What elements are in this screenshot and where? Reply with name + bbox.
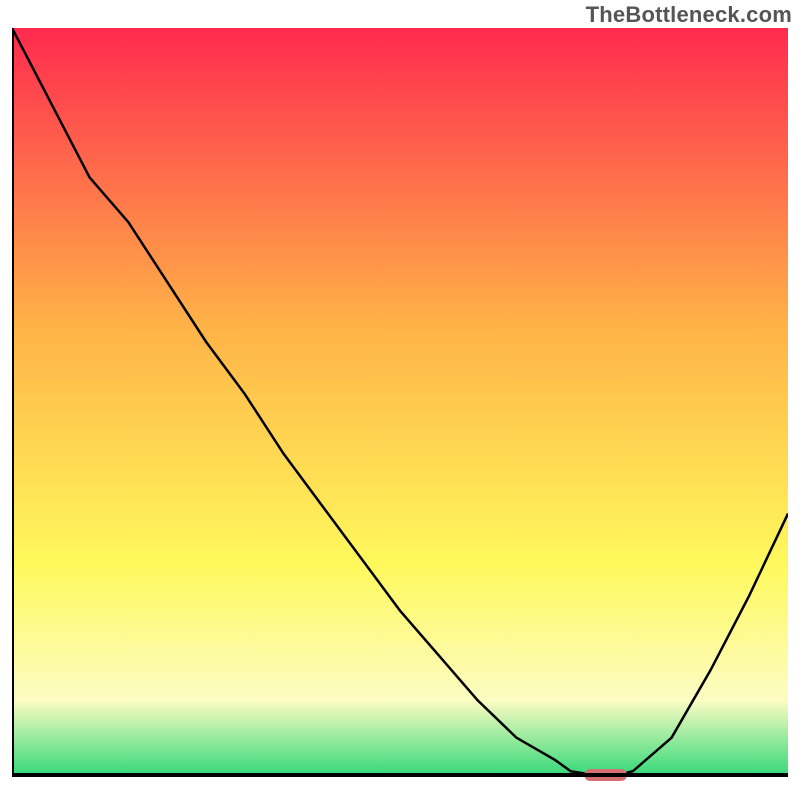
chart-container: TheBottleneck.com xyxy=(0,0,800,800)
plot-area xyxy=(12,28,788,788)
gradient-background xyxy=(12,28,788,775)
watermark-text: TheBottleneck.com xyxy=(586,2,792,28)
chart-svg xyxy=(12,28,788,788)
